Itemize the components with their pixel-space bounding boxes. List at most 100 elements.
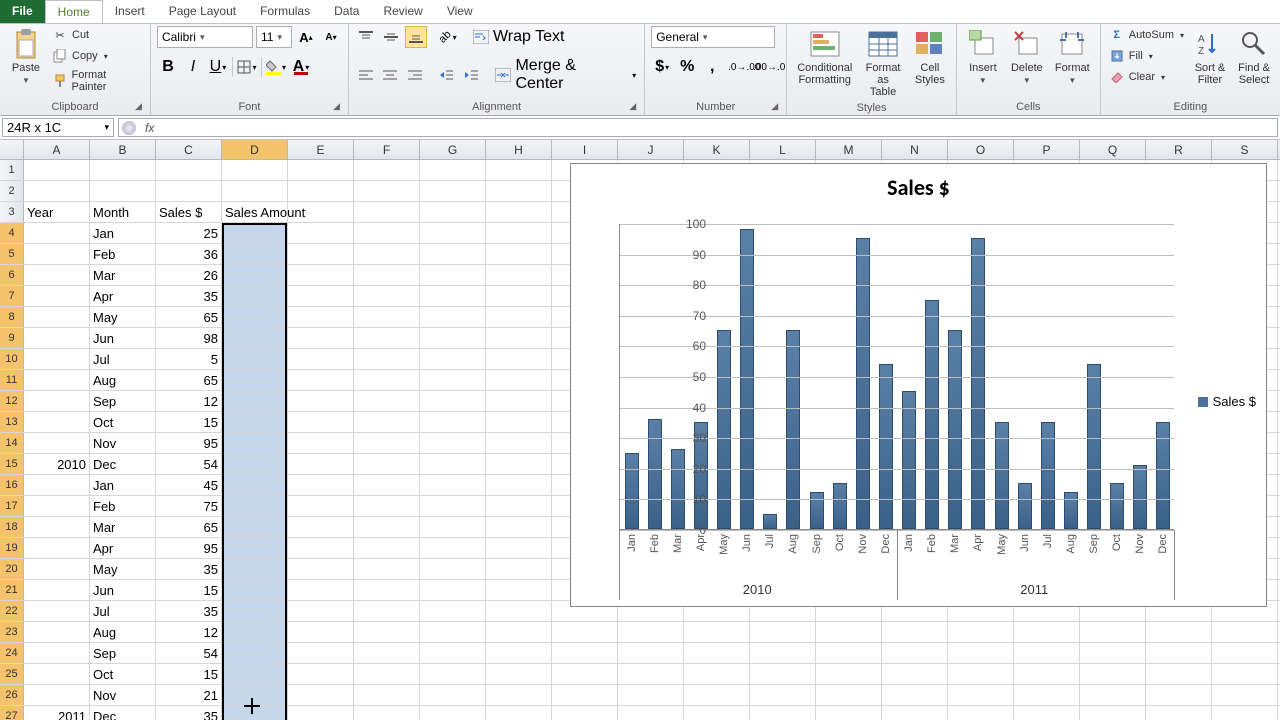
cell-D26[interactable] [222,685,288,705]
cell-F6[interactable] [354,265,420,285]
cell-H22[interactable] [486,601,552,621]
row-header-24[interactable]: 24 [0,643,24,663]
cell-B17[interactable]: Feb [90,496,156,516]
cell-E8[interactable] [288,307,354,327]
cell-K23[interactable] [684,622,750,642]
align-center-button[interactable] [380,64,402,86]
cell-D2[interactable] [222,181,288,201]
cell-H16[interactable] [486,475,552,495]
cell-J23[interactable] [618,622,684,642]
cell-E6[interactable] [288,265,354,285]
cell-F2[interactable] [354,181,420,201]
cell-F1[interactable] [354,160,420,180]
row-header-26[interactable]: 26 [0,685,24,705]
cell-B26[interactable]: Nov [90,685,156,705]
cell-A27[interactable]: 2011 [24,706,90,720]
cell-C3[interactable]: Sales $ [156,202,222,222]
cell-N24[interactable] [882,643,948,663]
col-header-Q[interactable]: Q [1080,140,1146,159]
cell-D3[interactable]: Sales Amount [222,202,288,222]
cell-J24[interactable] [618,643,684,663]
row-header-19[interactable]: 19 [0,538,24,558]
number-format-combo[interactable]: General▾ [651,26,775,48]
format-painter-button[interactable]: Format Painter [50,68,144,94]
cell-G11[interactable] [420,370,486,390]
cell-J26[interactable] [618,685,684,705]
cell-A5[interactable] [24,244,90,264]
decrease-decimal-button[interactable]: .00→.0 [758,56,780,78]
cell-A20[interactable] [24,559,90,579]
cell-K27[interactable] [684,706,750,720]
cell-Q27[interactable] [1080,706,1146,720]
cut-button[interactable]: ✂Cut [50,26,144,44]
cell-E9[interactable] [288,328,354,348]
cell-F16[interactable] [354,475,420,495]
cell-G23[interactable] [420,622,486,642]
merge-center-button[interactable]: Merge & Center▾ [493,56,638,94]
cell-G15[interactable] [420,454,486,474]
col-header-A[interactable]: A [24,140,90,159]
cell-G5[interactable] [420,244,486,264]
cell-N23[interactable] [882,622,948,642]
cell-F11[interactable] [354,370,420,390]
cell-A7[interactable] [24,286,90,306]
cell-O25[interactable] [948,664,1014,684]
col-header-C[interactable]: C [156,140,222,159]
cell-B6[interactable]: Mar [90,265,156,285]
cell-C4[interactable]: 25 [156,223,222,243]
row-header-14[interactable]: 14 [0,433,24,453]
cell-F18[interactable] [354,517,420,537]
cell-G12[interactable] [420,391,486,411]
cell-E22[interactable] [288,601,354,621]
col-header-H[interactable]: H [486,140,552,159]
cell-D8[interactable] [222,307,288,327]
cell-B5[interactable]: Feb [90,244,156,264]
cell-N27[interactable] [882,706,948,720]
cell-K26[interactable] [684,685,750,705]
paste-button[interactable]: Paste ▼ [6,26,46,87]
cell-H19[interactable] [486,538,552,558]
row-header-9[interactable]: 9 [0,328,24,348]
cell-F10[interactable] [354,349,420,369]
cell-C8[interactable]: 65 [156,307,222,327]
cell-H1[interactable] [486,160,552,180]
cell-A10[interactable] [24,349,90,369]
shrink-font-button[interactable]: A▾ [320,26,342,48]
cell-J25[interactable] [618,664,684,684]
row-header-8[interactable]: 8 [0,307,24,327]
row-header-20[interactable]: 20 [0,559,24,579]
cell-G2[interactable] [420,181,486,201]
cell-G19[interactable] [420,538,486,558]
cell-B4[interactable]: Jan [90,223,156,243]
cell-H6[interactable] [486,265,552,285]
tab-view[interactable]: View [435,0,485,23]
cell-C6[interactable]: 26 [156,265,222,285]
cell-A21[interactable] [24,580,90,600]
cell-G6[interactable] [420,265,486,285]
row-header-5[interactable]: 5 [0,244,24,264]
cell-E25[interactable] [288,664,354,684]
cell-H20[interactable] [486,559,552,579]
row-header-4[interactable]: 4 [0,223,24,243]
cell-H4[interactable] [486,223,552,243]
cell-G14[interactable] [420,433,486,453]
decrease-indent-button[interactable] [436,64,458,86]
cell-E23[interactable] [288,622,354,642]
cell-F24[interactable] [354,643,420,663]
col-header-D[interactable]: D [222,140,288,159]
cell-A19[interactable] [24,538,90,558]
align-top-button[interactable] [355,26,377,48]
cell-A6[interactable] [24,265,90,285]
cell-N25[interactable] [882,664,948,684]
row-header-27[interactable]: 27 [0,706,24,720]
cell-D13[interactable] [222,412,288,432]
cell-E11[interactable] [288,370,354,390]
cell-M26[interactable] [816,685,882,705]
cell-H3[interactable] [486,202,552,222]
cell-C15[interactable]: 54 [156,454,222,474]
cell-G3[interactable] [420,202,486,222]
cell-D22[interactable] [222,601,288,621]
cell-D11[interactable] [222,370,288,390]
cell-R24[interactable] [1146,643,1212,663]
row-header-11[interactable]: 11 [0,370,24,390]
